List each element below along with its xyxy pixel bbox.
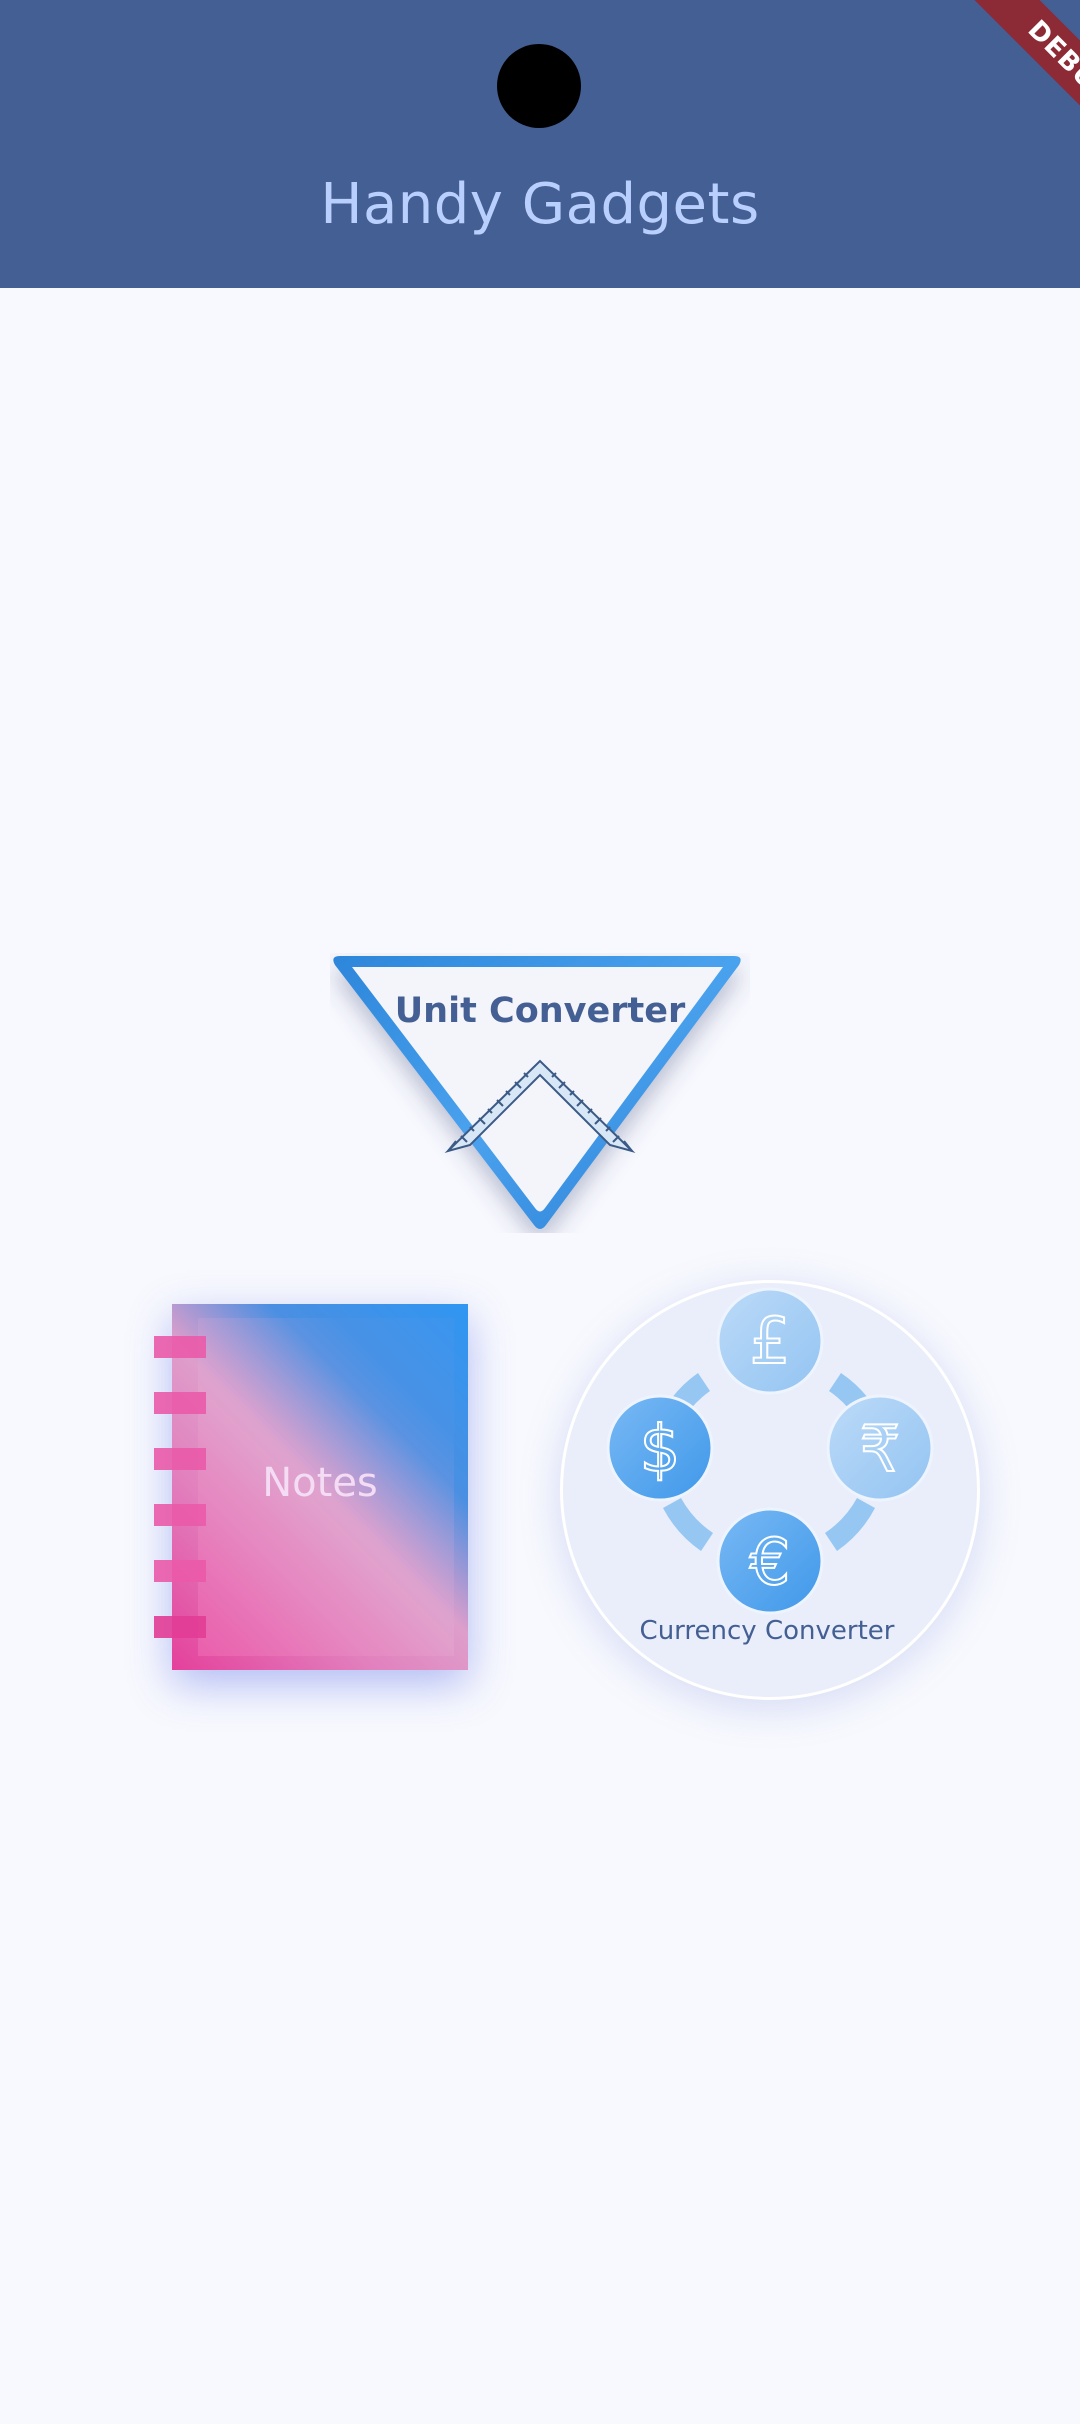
notebook-ring — [154, 1504, 206, 1526]
svg-text:£: £ — [750, 1305, 791, 1379]
notes-label: Notes — [262, 1460, 378, 1506]
notebook-ring — [154, 1336, 206, 1358]
pound-coin: £ — [716, 1287, 824, 1395]
rupee-coin: ₹ — [826, 1394, 934, 1502]
notebook-ring — [154, 1616, 206, 1638]
app-bar: Handy Gadgets — [0, 0, 1080, 288]
currency-converter-label: Currency Converter — [639, 1616, 895, 1646]
notebook-ring — [154, 1392, 206, 1414]
debug-label: DEBUG — [961, 0, 1080, 160]
dollar-coin: $ — [606, 1394, 714, 1502]
svg-text:$: $ — [640, 1413, 681, 1487]
euro-coin: € — [716, 1507, 824, 1615]
notebook-ring — [154, 1560, 206, 1582]
unit-converter-tile[interactable]: Unit Converter — [330, 953, 750, 1233]
svg-text:₹: ₹ — [860, 1413, 901, 1487]
notes-tile[interactable]: Notes — [154, 1300, 470, 1672]
svg-text:€: € — [750, 1526, 791, 1600]
unit-converter-label: Unit Converter — [394, 991, 686, 1031]
app-title: Handy Gadgets — [320, 172, 760, 237]
camera-cutout — [497, 44, 581, 128]
debug-banner: DEBUG — [920, 0, 1080, 160]
